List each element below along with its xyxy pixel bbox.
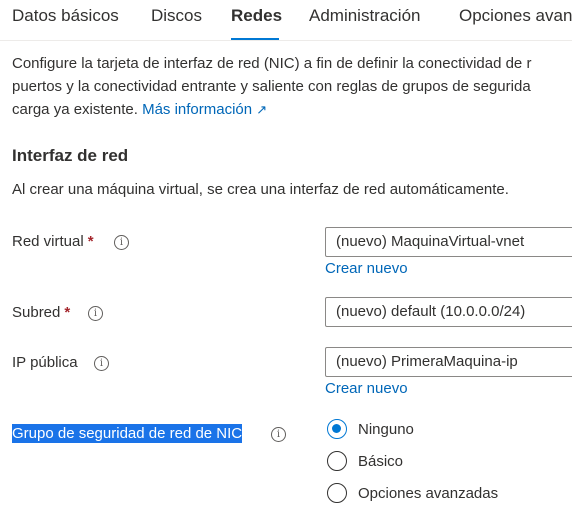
public-ip-create-new-link[interactable]: Crear nuevo	[325, 380, 408, 397]
nsg-radio-none[interactable]	[327, 419, 347, 439]
tab-datos-basicos[interactable]: Datos básicos	[12, 6, 119, 26]
section-title-network-interface: Interfaz de red	[12, 146, 129, 165]
required-marker: *	[64, 304, 71, 321]
nsg-radio-basic[interactable]	[327, 451, 347, 471]
network-interface-note: Al crear una máquina virtual, se crea un…	[12, 181, 509, 198]
info-icon[interactable]: i	[271, 427, 286, 442]
tab-redes[interactable]: Redes	[231, 6, 282, 26]
public-ip-select[interactable]: (nuevo) PrimeraMaquina-ip	[325, 347, 572, 377]
description-line-3: carga ya existente. Más información ↗	[12, 101, 267, 118]
subnet-label: Subred *	[12, 304, 71, 321]
public-ip-label: IP pública	[12, 354, 78, 371]
tab-administracion[interactable]: Administración	[309, 6, 421, 26]
vnet-select[interactable]: (nuevo) MaquinaVirtual-vnet	[325, 227, 572, 257]
nsg-option-none-label[interactable]: Ninguno	[358, 421, 414, 438]
info-icon[interactable]: i	[94, 356, 109, 371]
nsg-label: Grupo de seguridad de red de NIC	[12, 424, 243, 443]
tab-discos[interactable]: Discos	[151, 6, 202, 26]
required-marker: *	[87, 233, 94, 250]
tab-divider	[0, 40, 572, 41]
learn-more-link[interactable]: Más información ↗	[142, 101, 267, 118]
nsg-option-basic-label[interactable]: Básico	[358, 453, 403, 470]
info-icon[interactable]: i	[114, 235, 129, 250]
nsg-radio-advanced[interactable]	[327, 483, 347, 503]
description-line-1: Configure la tarjeta de interfaz de red …	[12, 55, 532, 72]
description-line-2: puertos y la conectividad entrante y sal…	[12, 78, 531, 95]
vnet-label: Red virtual *	[12, 233, 94, 250]
tab-opciones-avanzadas[interactable]: Opciones avan	[459, 6, 572, 26]
description-line-3-text: carga ya existente.	[12, 101, 138, 118]
nsg-option-advanced-label[interactable]: Opciones avanzadas	[358, 485, 498, 502]
external-link-icon: ↗	[256, 102, 268, 117]
info-icon[interactable]: i	[88, 306, 103, 321]
vnet-create-new-link[interactable]: Crear nuevo	[325, 260, 408, 277]
subnet-select[interactable]: (nuevo) default (10.0.0.0/24)	[325, 297, 572, 327]
